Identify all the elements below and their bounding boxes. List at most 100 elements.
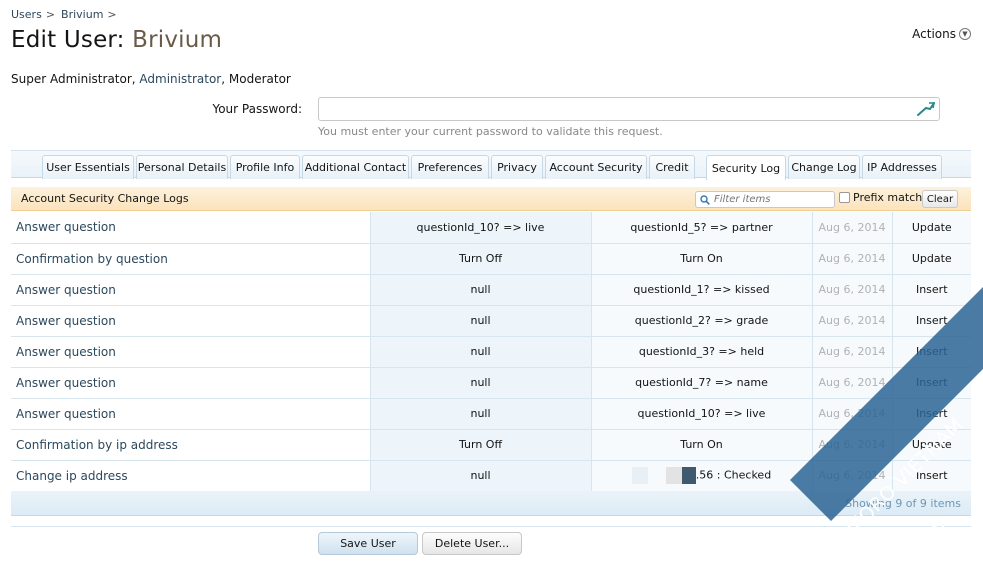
- event-link[interactable]: Answer question: [11, 305, 371, 337]
- date-cell: Aug 6, 2014: [812, 398, 893, 430]
- new-value: questionId_2? => grade: [591, 305, 813, 337]
- new-value: questionId_7? => name: [591, 367, 813, 399]
- tab-profile-info[interactable]: Profile Info: [230, 155, 300, 179]
- old-value: null: [370, 398, 592, 430]
- tab-additional-contact[interactable]: Additional Contact: [302, 155, 409, 179]
- table-row: Answer question questionId_10? => live que…: [11, 212, 971, 244]
- event-link[interactable]: Answer question: [11, 367, 371, 399]
- old-value: questionId_10? => live: [370, 212, 592, 244]
- section-header: Account Security Change Logs Prefix matc…: [11, 187, 971, 211]
- date-cell: Aug 6, 2014: [812, 274, 893, 306]
- event-link[interactable]: Answer question: [11, 336, 371, 368]
- breadcrumb: Users > Brivium >: [11, 8, 123, 21]
- old-value: null: [370, 274, 592, 306]
- new-value: questionId_5? => partner: [591, 212, 813, 244]
- tab-user-essentials[interactable]: User Essentials: [42, 155, 134, 179]
- action-cell: Update: [892, 429, 971, 461]
- breadcrumb-separator: >: [107, 8, 117, 21]
- page-title: Edit User: Brivium: [11, 27, 222, 53]
- action-cell: Insert: [892, 336, 971, 368]
- table-row: Answer question null questionId_1? => kiss…: [11, 274, 971, 306]
- redacted-block: [681, 467, 696, 484]
- table-row: Answer question null questionId_7? => name…: [11, 367, 971, 399]
- new-value: questionId_1? => kissed: [591, 274, 813, 306]
- old-value: Turn Off: [370, 429, 592, 461]
- delete-user-button[interactable]: Delete User...: [422, 532, 522, 555]
- password-manager-icon[interactable]: [917, 101, 935, 117]
- security-log-table: Answer question questionId_10? => live que…: [11, 212, 971, 492]
- user-groups: Super Administrator, Administrator, Mode…: [11, 72, 291, 86]
- tab-change-log[interactable]: Change Log: [788, 155, 860, 179]
- table-row: Answer question null questionId_2? => grad…: [11, 305, 971, 337]
- tab-ip-addresses[interactable]: IP Addresses: [862, 155, 942, 179]
- role-moderator: Moderator: [228, 72, 291, 86]
- table-row: Confirmation by ip address Turn Off Turn O…: [11, 429, 971, 461]
- event-link[interactable]: Answer question: [11, 274, 371, 306]
- event-link[interactable]: Confirmation by question: [11, 243, 371, 275]
- filter-input[interactable]: [696, 192, 834, 207]
- tab-bar: User Essentials Personal Details Profile…: [11, 150, 971, 180]
- clear-filter-button[interactable]: Clear: [922, 190, 958, 208]
- table-row: Answer question null questionId_10? => liv…: [11, 398, 971, 430]
- old-value: null: [370, 336, 592, 368]
- password-input[interactable]: [319, 98, 939, 120]
- new-value: Turn On: [591, 429, 813, 461]
- ip-check-text: .56 : Checked: [695, 468, 772, 482]
- new-value: .56 : Checked: [591, 460, 813, 492]
- date-cell: Aug 6, 2014: [812, 460, 893, 492]
- chevron-down-icon[interactable]: ▼: [959, 28, 971, 40]
- old-value: null: [370, 367, 592, 399]
- actions-menu[interactable]: Actions ▼: [912, 27, 971, 41]
- breadcrumb-separator: >: [45, 8, 56, 21]
- date-cell: Aug 6, 2014: [812, 336, 893, 368]
- action-cell: Insert: [892, 460, 971, 492]
- redacted-block: [665, 467, 682, 484]
- action-cell: Insert: [892, 274, 971, 306]
- password-field-wrapper[interactable]: [318, 97, 940, 121]
- action-cell: Insert: [892, 305, 971, 337]
- table-footer: Showing 9 of 9 items: [11, 491, 971, 516]
- date-cell: Aug 6, 2014: [812, 305, 893, 337]
- tab-security-log[interactable]: Security Log: [706, 155, 786, 180]
- prefix-match-checkbox[interactable]: [839, 192, 850, 203]
- action-cell: Insert: [892, 398, 971, 430]
- page-title-prefix: Edit User:: [11, 27, 125, 53]
- action-cell: Update: [892, 212, 971, 244]
- action-cell: Update: [892, 243, 971, 275]
- event-link[interactable]: Answer question: [11, 398, 371, 430]
- old-value: null: [370, 460, 592, 492]
- old-value: Turn Off: [370, 243, 592, 275]
- role-administrator-link[interactable]: Administrator: [139, 72, 221, 86]
- event-link[interactable]: Confirmation by ip address: [11, 429, 371, 461]
- role-super-administrator: Super Administrator: [11, 72, 132, 86]
- save-user-button[interactable]: Save User: [318, 532, 418, 555]
- breadcrumb-brivium[interactable]: Brivium: [61, 8, 103, 21]
- search-icon: [700, 195, 710, 205]
- prefix-match-toggle[interactable]: Prefix match: [839, 191, 922, 204]
- tab-privacy[interactable]: Privacy: [491, 155, 543, 179]
- event-link[interactable]: Change ip address: [11, 460, 371, 492]
- new-value: Turn On: [591, 243, 813, 275]
- tab-preferences[interactable]: Preferences: [411, 155, 489, 179]
- section-title: Account Security Change Logs: [21, 192, 189, 205]
- tab-account-security[interactable]: Account Security: [545, 155, 647, 179]
- actions-label[interactable]: Actions: [912, 27, 956, 41]
- tab-credit[interactable]: Credit: [649, 155, 695, 179]
- redacted-block: [631, 467, 648, 484]
- date-cell: Aug 6, 2014: [812, 243, 893, 275]
- password-label: Your Password:: [212, 102, 302, 116]
- date-cell: Aug 6, 2014: [812, 367, 893, 399]
- old-value: null: [370, 305, 592, 337]
- event-link[interactable]: Answer question: [11, 212, 371, 244]
- divider: [11, 526, 971, 527]
- watermark-text-vxf: VXF.VN: [895, 517, 952, 567]
- page-title-username: Brivium: [132, 27, 223, 53]
- table-row: Answer question null questionId_3? => held…: [11, 336, 971, 368]
- new-value: questionId_10? => live: [591, 398, 813, 430]
- tab-personal-details[interactable]: Personal Details: [136, 155, 228, 179]
- breadcrumb-users[interactable]: Users: [11, 8, 42, 21]
- showing-count: Showing 9 of 9 items: [845, 497, 961, 510]
- filter-field[interactable]: [695, 191, 835, 208]
- prefix-match-label: Prefix match: [853, 191, 923, 204]
- table-row: Confirmation by question Turn Off Turn On A…: [11, 243, 971, 275]
